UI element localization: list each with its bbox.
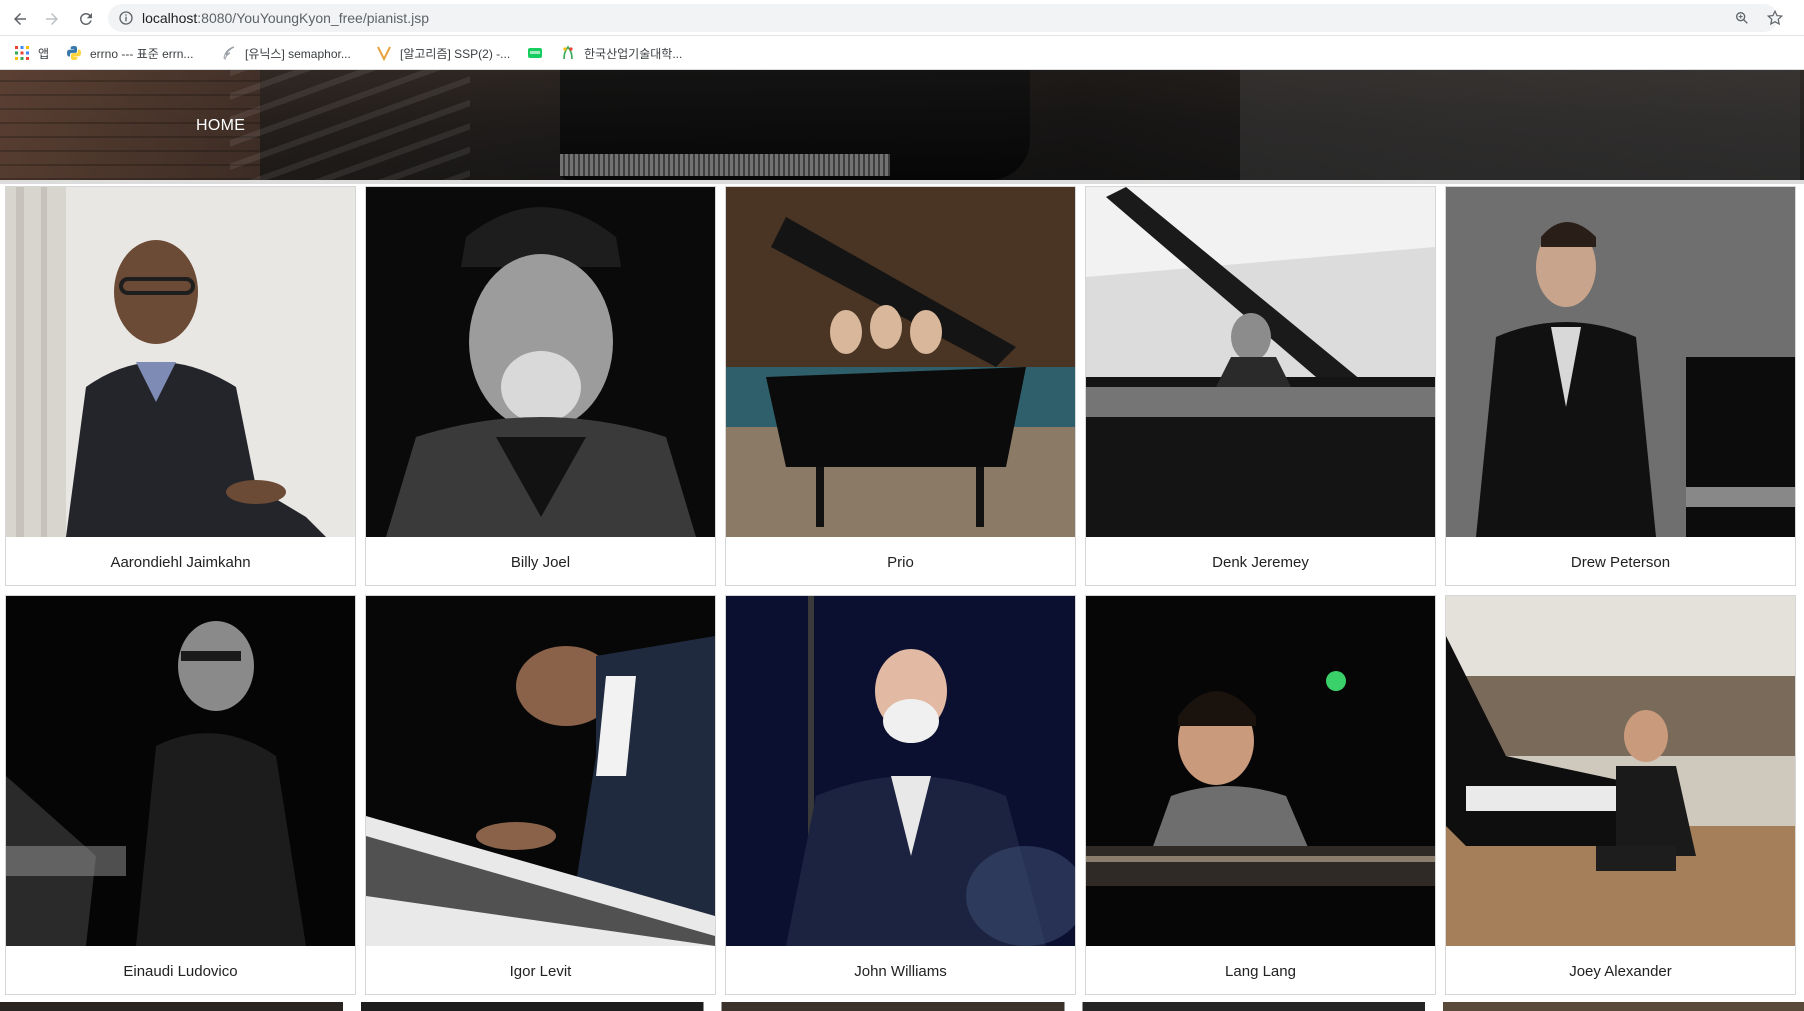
pianist-photo[interactable]	[6, 596, 355, 946]
arrow-left-icon	[14, 13, 26, 25]
zoom-icon[interactable]	[1734, 10, 1750, 26]
url-text: localhost:8080/YouYoungKyon_free/pianist…	[142, 10, 429, 26]
url-path: :8080/YouYoungKyon_free/pianist.jsp	[197, 10, 429, 26]
reload-icon	[79, 12, 92, 25]
pianist-card[interactable]: Lang Lang	[1085, 595, 1436, 995]
next-row-preview	[0, 1002, 1804, 1011]
bookmark-apps[interactable]: 앱	[14, 44, 49, 62]
address-bar[interactable]: localhost:8080/YouYoungKyon_free/pianist…	[108, 4, 1784, 32]
bookmark-label: 앱	[38, 46, 50, 61]
apps-grid-icon	[15, 46, 29, 60]
pianist-name[interactable]: Einaudi Ludovico	[6, 948, 355, 994]
pianist-card[interactable]: Denk Jeremey	[1085, 186, 1436, 586]
feather-icon	[223, 46, 235, 60]
pianist-photo[interactable]	[366, 187, 715, 537]
v-logo-icon	[377, 46, 391, 61]
university-logo-icon	[563, 45, 573, 60]
pianist-card[interactable]: Igor Levit	[365, 595, 716, 995]
pianist-photo[interactable]	[1446, 187, 1795, 537]
piano-keys-image	[560, 154, 890, 176]
window-image	[1240, 70, 1800, 180]
bookmark-university[interactable]: 한국산업기술대학...	[560, 44, 682, 62]
bookmark-algorithm-ssp[interactable]: [알고리즘] SSP(2) -...	[376, 44, 510, 62]
pianist-card[interactable]: Prio	[725, 186, 1076, 586]
pianist-portrait-image	[366, 187, 715, 537]
arrow-right-icon	[46, 13, 58, 25]
bookmark-star-icon[interactable]	[1766, 9, 1784, 27]
bookmark-label: 한국산업기술대학...	[584, 46, 683, 61]
pianist-name[interactable]: Prio	[726, 539, 1075, 585]
pianist-portrait-image	[1086, 187, 1435, 537]
pianist-card[interactable]: Einaudi Ludovico	[5, 595, 356, 995]
pianist-photo[interactable]	[726, 187, 1075, 537]
bookmark-label: [유닉스] semaphor...	[245, 46, 351, 61]
pianist-portrait-image	[726, 187, 1075, 537]
bookmark-python-errno[interactable]: errno --- 표준 errn...	[66, 44, 193, 62]
pianist-photo[interactable]	[6, 187, 355, 537]
pianist-portrait-image	[6, 596, 355, 946]
pianist-card[interactable]: John Williams	[725, 595, 1076, 995]
pianist-photo[interactable]	[1086, 187, 1435, 537]
pianist-portrait-image	[1086, 596, 1435, 946]
pianist-name[interactable]: Igor Levit	[366, 948, 715, 994]
pianist-card[interactable]: Drew Peterson	[1445, 186, 1796, 586]
hero-divider	[0, 180, 1804, 184]
home-link[interactable]: HOME	[196, 117, 245, 135]
pianist-card[interactable]: Billy Joel	[365, 186, 716, 586]
pianist-portrait-image	[726, 596, 1075, 946]
hero-banner: HOME	[0, 70, 1804, 180]
pianist-portrait-image	[1446, 187, 1795, 537]
info-icon[interactable]	[118, 10, 134, 26]
pianist-name[interactable]: Aarondiehl Jaimkahn	[6, 539, 355, 585]
url-host: localhost	[142, 10, 198, 26]
back-button[interactable]	[8, 7, 32, 31]
pianist-portrait-image	[366, 596, 715, 946]
pianist-name[interactable]: Denk Jeremey	[1086, 539, 1435, 585]
reload-button[interactable]	[74, 7, 98, 31]
pianist-name[interactable]: Joey Alexander	[1446, 948, 1795, 994]
blog-logo-icon	[528, 48, 542, 58]
pianist-name[interactable]: Lang Lang	[1086, 948, 1435, 994]
browser-toolbar: localhost:8080/YouYoungKyon_free/pianist…	[0, 0, 1804, 36]
python-logo-icon	[67, 46, 81, 60]
forward-button[interactable]	[40, 7, 64, 31]
bookmark-label: errno --- 표준 errn...	[90, 46, 194, 61]
pianist-name[interactable]: Billy Joel	[366, 539, 715, 585]
pianist-name[interactable]: Drew Peterson	[1446, 539, 1795, 585]
pianist-card[interactable]: Joey Alexander	[1445, 595, 1796, 995]
staircase-image	[230, 70, 470, 180]
bookmark-unix-semaphore[interactable]: [유닉스] semaphor...	[221, 44, 351, 62]
bookmarks-bar: 앱 errno --- 표준 errn... [유닉스] semaphor...…	[0, 36, 1804, 70]
pianist-photo[interactable]	[1086, 596, 1435, 946]
pianist-portrait-image	[6, 187, 355, 537]
pianist-name[interactable]: John Williams	[726, 948, 1075, 994]
pianist-card[interactable]: Aarondiehl Jaimkahn	[5, 186, 356, 586]
pianist-photo[interactable]	[726, 596, 1075, 946]
pianist-photo[interactable]	[366, 596, 715, 946]
pianist-portrait-image	[1446, 596, 1795, 946]
pianist-photo[interactable]	[1446, 596, 1795, 946]
bookmark-label: [알고리즘] SSP(2) -...	[400, 46, 511, 61]
bookmark-blog[interactable]	[527, 44, 551, 62]
